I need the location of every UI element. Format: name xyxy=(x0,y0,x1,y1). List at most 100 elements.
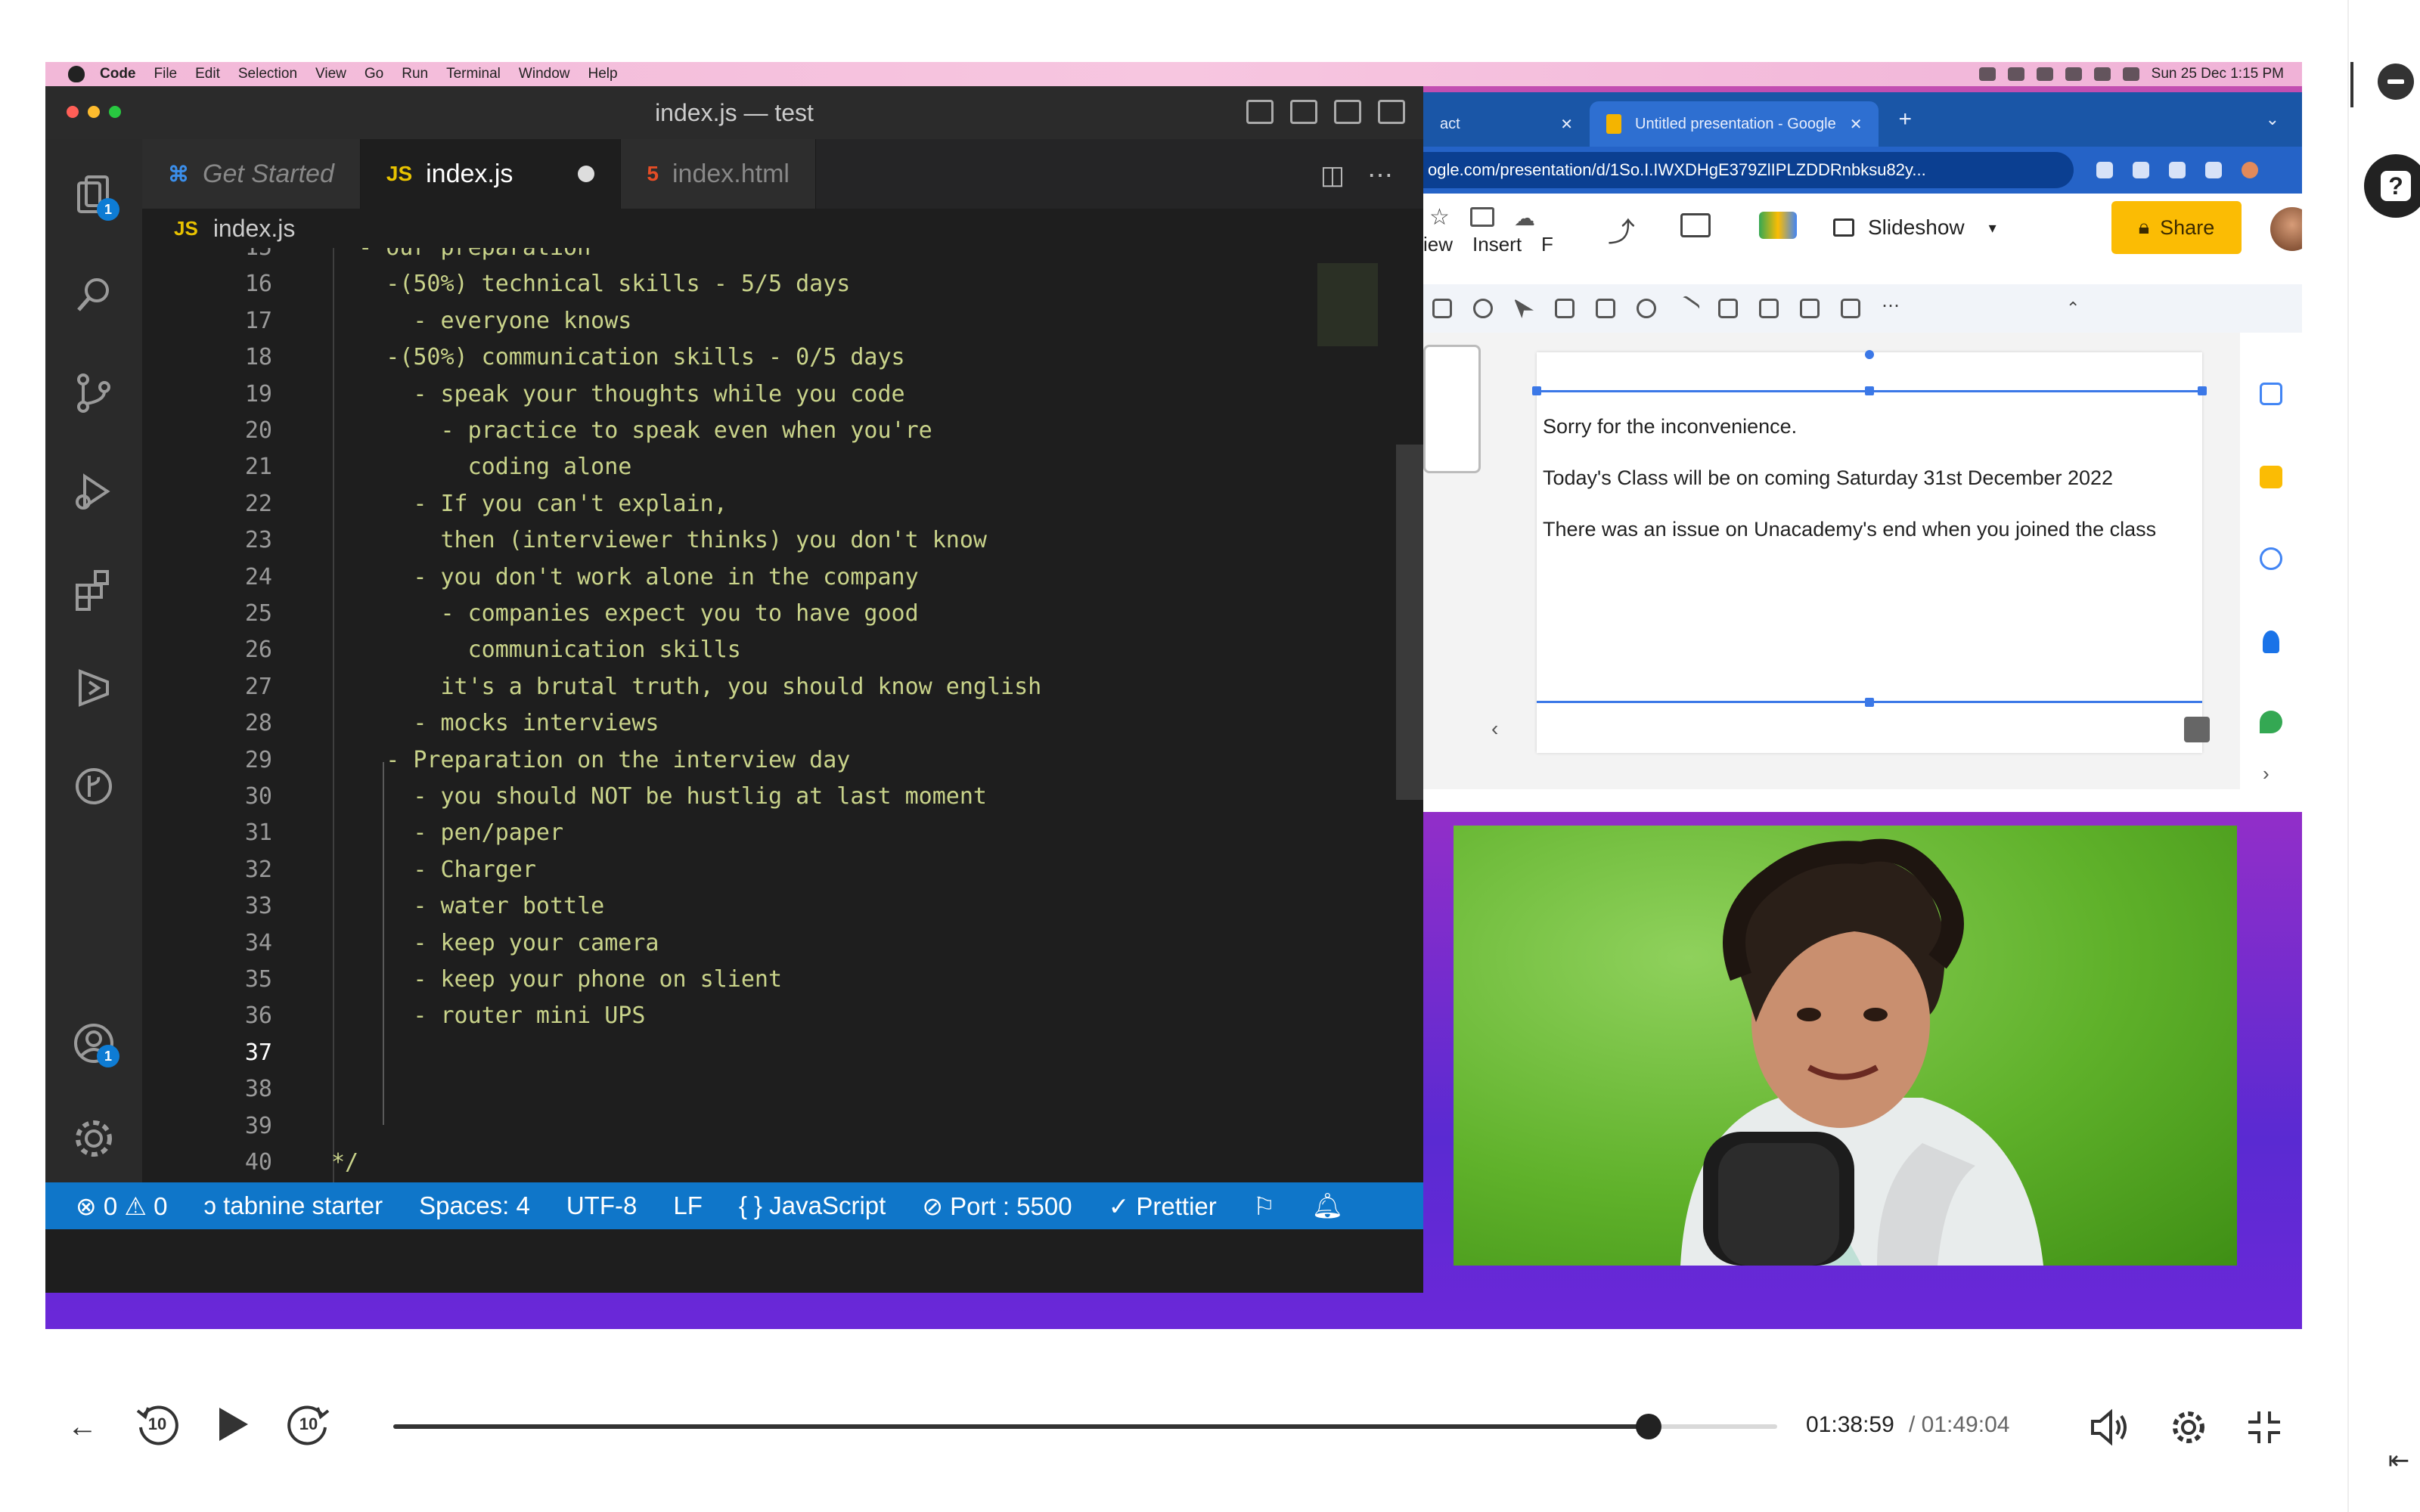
extension-icon[interactable] xyxy=(2169,162,2186,178)
code-line[interactable]: - keep your phone on slient xyxy=(331,966,782,993)
activity-dashboard-icon[interactable]: ⤴ xyxy=(1608,210,1635,249)
chevron-down-icon[interactable]: ▾ xyxy=(1989,218,1996,237)
code-line[interactable]: - router mini UPS xyxy=(331,1002,645,1029)
contacts-icon[interactable] xyxy=(2263,631,2279,653)
code-line[interactable]: - everyone knows xyxy=(331,308,631,334)
code-line[interactable]: -(50%) communication skills - 0/5 days xyxy=(331,344,904,370)
code-line[interactable]: - If you can't explain, xyxy=(331,491,727,517)
star-icon[interactable]: ☆ xyxy=(1429,204,1450,231)
code-line[interactable]: - you don't work alone in the company xyxy=(331,564,918,590)
calendar-icon[interactable] xyxy=(2260,383,2282,405)
tab-index-html[interactable]: 5 index.html xyxy=(621,139,816,209)
code-line[interactable]: it's a brutal truth, you should know eng… xyxy=(331,674,1041,700)
select-cursor-icon[interactable] xyxy=(1514,299,1534,318)
tab-get-started[interactable]: ⌘ Get Started xyxy=(142,139,361,209)
settings-button[interactable] xyxy=(2167,1406,2210,1448)
code-line[interactable]: communication skills xyxy=(331,637,741,663)
code-line[interactable]: - water bottle xyxy=(331,893,604,919)
close-tab-icon[interactable]: ✕ xyxy=(1850,115,1863,134)
forward-10-button[interactable]: 10 xyxy=(284,1400,333,1448)
encoding-status[interactable]: UTF-8 xyxy=(566,1191,638,1220)
add-speaker-notes-icon[interactable] xyxy=(2184,717,2210,742)
new-tab-icon[interactable]: + xyxy=(1898,107,1912,132)
line-icon[interactable] xyxy=(1673,294,1702,323)
feedback-icon[interactable]: ⚐ xyxy=(1253,1191,1276,1221)
code-line[interactable]: - pen/paper xyxy=(331,820,563,846)
tab-index-js[interactable]: JS index.js xyxy=(360,139,622,209)
menu-format[interactable]: F xyxy=(1541,233,1553,256)
video-frame[interactable]: Code File Edit Selection View Go Run Ter… xyxy=(45,62,2302,1329)
keep-icon[interactable] xyxy=(2260,466,2282,488)
meet-icon[interactable] xyxy=(1759,212,1797,239)
extension-icon[interactable] xyxy=(2096,162,2113,178)
live-server-port[interactable]: ⊘ Port : 5500 xyxy=(922,1191,1072,1221)
code-line[interactable]: coding alone xyxy=(331,454,632,480)
back-arrow-icon[interactable]: ← xyxy=(64,1408,101,1445)
fill-color-icon[interactable] xyxy=(1718,299,1738,318)
text-box[interactable]: Sorry for the inconvenience. Today's Cla… xyxy=(1532,350,2207,707)
rewind-10-button[interactable]: 10 xyxy=(133,1400,182,1448)
breadcrumb[interactable]: JS index.js xyxy=(142,209,1423,248)
tab-search-icon[interactable]: ⌄ xyxy=(2266,110,2279,129)
minimap[interactable] xyxy=(1317,263,1378,346)
resize-handle[interactable] xyxy=(1532,386,1541,395)
extension-icon[interactable] xyxy=(2205,162,2222,178)
indentation-status[interactable]: Spaces: 4 xyxy=(419,1191,530,1220)
tabnine-status[interactable]: ↄ tabnine starter xyxy=(203,1191,383,1220)
exit-icon[interactable]: ⇤ xyxy=(2382,1444,2415,1477)
chat-button[interactable] xyxy=(2378,64,2414,100)
seek-handle[interactable] xyxy=(1635,1414,1661,1439)
menu-insert[interactable]: Insert xyxy=(1472,233,1522,256)
browser-tab[interactable]: act ✕ xyxy=(1423,101,1590,147)
prettier-status[interactable]: ✓ Prettier xyxy=(1109,1191,1217,1221)
resize-handle[interactable] xyxy=(1865,386,1874,395)
editor-scrollbar[interactable] xyxy=(1396,445,1423,800)
paint-format-icon[interactable] xyxy=(1432,299,1452,318)
comments-icon[interactable] xyxy=(1680,213,1711,237)
menu-view[interactable]: iew xyxy=(1423,233,1453,256)
code-line[interactable]: - mocks interviews xyxy=(331,710,659,736)
zoom-icon[interactable] xyxy=(1473,299,1493,318)
help-button[interactable]: ? xyxy=(2364,154,2420,218)
share-button[interactable]: 🔒︎ Share xyxy=(2111,201,2242,254)
slide[interactable]: Sorry for the inconvenience. Today's Cla… xyxy=(1491,350,2210,753)
split-editor-icon[interactable]: ◫ xyxy=(1320,160,1345,191)
browser-tab-active[interactable]: Untitled presentation - Google ✕ xyxy=(1590,101,1879,147)
eol-status[interactable]: LF xyxy=(673,1191,703,1220)
move-folder-icon[interactable] xyxy=(1470,207,1494,227)
scroll-left-icon[interactable]: ‹ xyxy=(1491,717,1498,741)
seek-bar[interactable] xyxy=(393,1414,1777,1439)
expand-panel-icon[interactable]: › xyxy=(2263,762,2270,785)
code-line[interactable]: - our preparation xyxy=(331,248,591,261)
unsaved-dot-icon[interactable] xyxy=(578,166,595,182)
border-dash-icon[interactable] xyxy=(1841,299,1860,318)
close-tab-icon[interactable]: ✕ xyxy=(1560,115,1573,134)
code-line[interactable]: - practice to speak even when you're xyxy=(331,417,932,444)
address-bar[interactable]: ogle.com/presentation/d/1So.I.IWXDHgE379… xyxy=(1423,152,2074,188)
avatar[interactable] xyxy=(2270,207,2302,251)
slideshow-button[interactable]: Slideshow ▾ xyxy=(1833,201,1996,254)
code-line[interactable]: */ xyxy=(331,1149,358,1176)
border-weight-icon[interactable] xyxy=(1800,299,1820,318)
maps-icon[interactable] xyxy=(2260,711,2282,733)
code-line[interactable]: - companies expect you to have good xyxy=(331,600,918,627)
more-actions-icon[interactable]: ⋯ xyxy=(1367,160,1393,191)
code-line[interactable]: -(50%) technical skills - 5/5 days xyxy=(331,271,850,297)
text-box-icon[interactable] xyxy=(1555,299,1575,318)
volume-button[interactable] xyxy=(2089,1406,2131,1448)
exit-fullscreen-button[interactable] xyxy=(2243,1406,2285,1448)
problems-indicator[interactable]: ⊗ 0 ⚠ 0 xyxy=(76,1191,167,1221)
more-icon[interactable]: ⋯ xyxy=(1882,297,1901,318)
collapse-toolbar-icon[interactable]: ⌃ xyxy=(2066,299,2086,318)
rotate-handle[interactable] xyxy=(1865,350,1874,359)
play-button[interactable] xyxy=(212,1403,254,1445)
code-line[interactable]: - speak your thoughts while you code xyxy=(331,381,904,407)
cloud-status-icon[interactable]: ☁ xyxy=(1514,206,1535,231)
code-line[interactable]: - keep your camera xyxy=(331,930,659,956)
slide-thumbnail[interactable] xyxy=(1423,345,1481,473)
code-line[interactable]: - Preparation on the interview day xyxy=(331,747,850,773)
resize-handle[interactable] xyxy=(1865,698,1874,707)
code-editor[interactable]: 15 - our preparation 16 -(50%) technical … xyxy=(142,248,1423,1182)
extension-icon[interactable] xyxy=(2133,162,2149,178)
shape-icon[interactable] xyxy=(1637,299,1656,318)
